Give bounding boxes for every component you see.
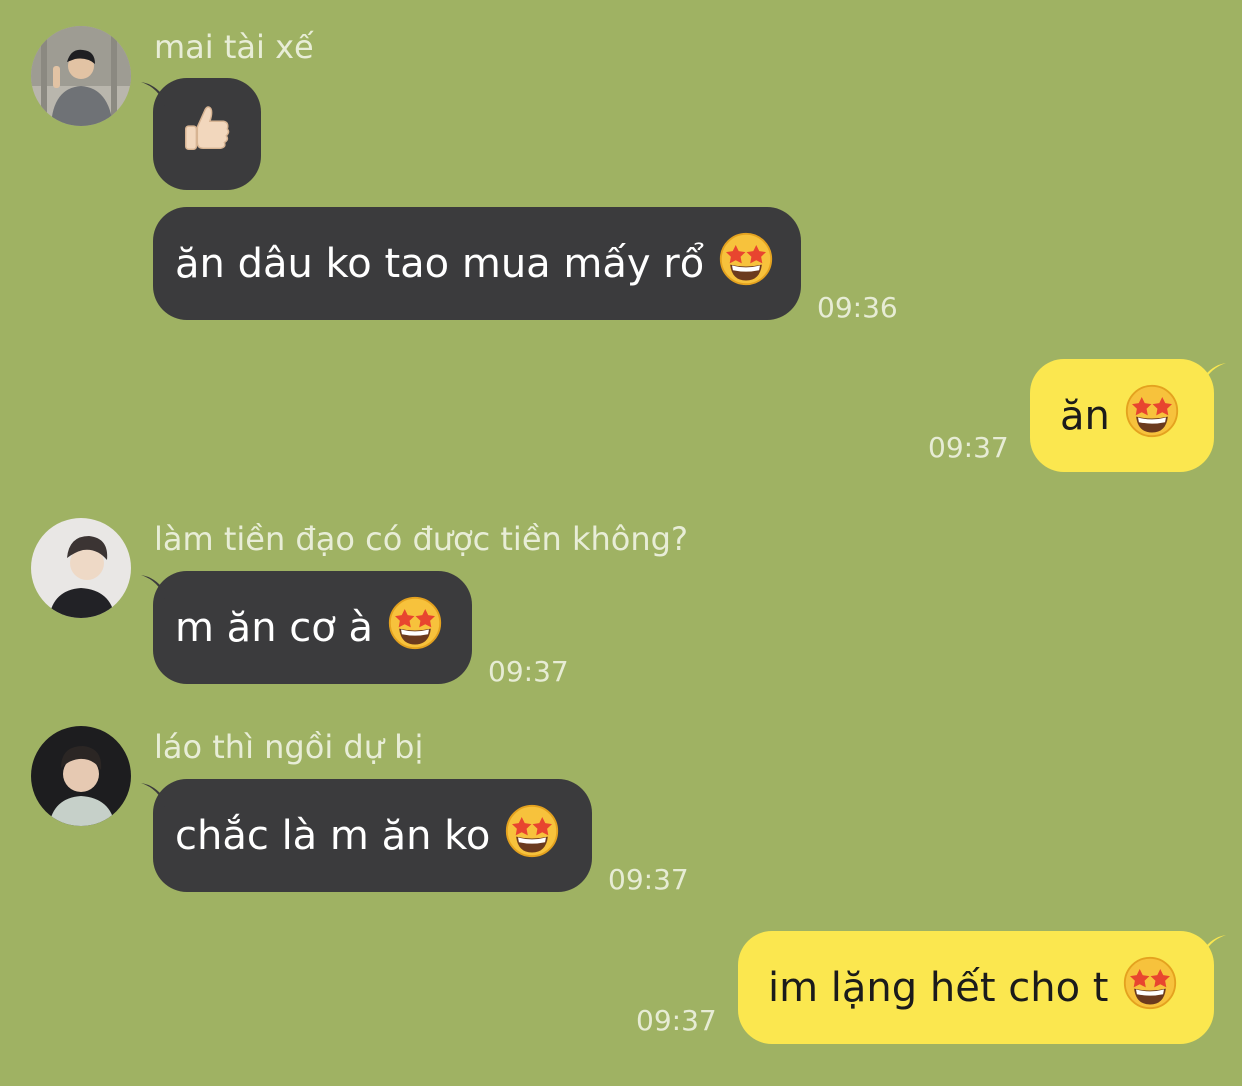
message-text: chắc là m ăn ko (175, 812, 491, 859)
message-bubble[interactable]: im lặng hết cho t (738, 931, 1226, 1044)
message-text: im lặng hết cho t (768, 964, 1109, 1011)
star-struck-emoji-icon (1124, 383, 1180, 449)
message-bubble[interactable]: m ăn cơ à (141, 571, 472, 684)
star-struck-emoji-icon (387, 595, 443, 661)
bubble-tail (1202, 363, 1226, 387)
message-timestamp: 09:36 (817, 291, 898, 324)
message-timestamp: 09:37 (636, 1004, 717, 1037)
message-timestamp: 09:37 (608, 863, 689, 896)
avatar[interactable] (31, 726, 131, 826)
thumbs-up-icon (178, 100, 236, 168)
message-bubble[interactable]: chắc là m ăn ko (141, 779, 592, 892)
sender-name: láo thì ngồi dự bị (154, 728, 424, 766)
sender-name: mai tài xế (154, 28, 314, 66)
sender-name: làm tiền đạo có được tiền không? (154, 520, 688, 558)
avatar[interactable] (31, 26, 131, 126)
message-text: ăn dâu ko tao mua mấy rổ (175, 240, 705, 287)
message-timestamp: 09:37 (488, 655, 569, 688)
avatar[interactable] (31, 518, 131, 618)
bubble-tail (141, 575, 165, 599)
message-bubble[interactable]: ăn dâu ko tao mua mấy rổ (153, 207, 801, 320)
message-bubble[interactable] (141, 78, 261, 190)
star-struck-emoji-icon (718, 231, 774, 297)
bubble-tail (141, 82, 165, 106)
star-struck-emoji-icon (1122, 955, 1178, 1021)
star-struck-emoji-icon (504, 803, 560, 869)
bubble-tail (1202, 935, 1226, 959)
message-text: ăn (1060, 392, 1110, 439)
message-bubble[interactable]: ăn (1030, 359, 1226, 472)
message-text: m ăn cơ à (175, 604, 373, 651)
bubble-tail (141, 783, 165, 807)
message-timestamp: 09:37 (928, 431, 1009, 464)
